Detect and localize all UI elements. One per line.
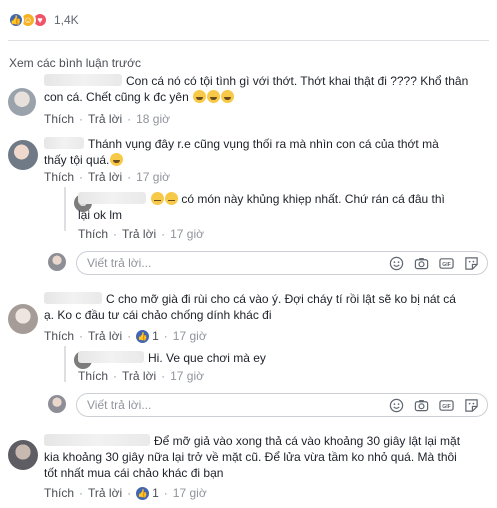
- reply-thread-line: [64, 187, 66, 231]
- comment-actions: Thích · Trả lời · 17 giờ: [44, 170, 170, 184]
- avatar: [48, 395, 66, 413]
- reply-link[interactable]: Trả lời: [122, 227, 156, 241]
- reply-text: Hi. Ve que chơi mà ey: [78, 350, 488, 366]
- like-link[interactable]: Thích: [78, 227, 108, 241]
- reply-actions: Thích · Trả lời · 17 giờ: [78, 369, 204, 383]
- avatar: [48, 253, 66, 271]
- reply-thread-line: [64, 346, 66, 382]
- commenter-name[interactable]: [44, 434, 150, 446]
- grin-emoji-icon: [221, 90, 235, 103]
- avatar[interactable]: [8, 304, 38, 334]
- commenter-name[interactable]: [78, 351, 144, 363]
- neutral-emoji-icon: [151, 192, 164, 205]
- timestamp[interactable]: 18 giờ: [136, 112, 170, 126]
- reply-composer: GIF: [76, 393, 488, 417]
- like-icon: 👍: [136, 329, 150, 343]
- neutral-emoji-icon: [165, 192, 178, 205]
- reply-link[interactable]: Trả lời: [88, 112, 122, 126]
- sticker-icon[interactable]: [464, 256, 479, 271]
- grin-emoji-icon: [110, 153, 124, 166]
- reply-input[interactable]: [87, 398, 389, 412]
- commenter-name[interactable]: [44, 292, 102, 304]
- sticker-icon[interactable]: [464, 398, 479, 413]
- reply-link[interactable]: Trả lời: [122, 369, 156, 383]
- comment-text: Để mỡ giả vào xong thả cá vào khoảng 30 …: [44, 434, 461, 480]
- gif-icon[interactable]: GIF: [439, 256, 454, 271]
- comment-text: Thánh vụng đây r.e cũng vụng thối ra mà …: [44, 137, 439, 167]
- like-icon: 👍: [8, 12, 24, 28]
- svg-text:GIF: GIF: [442, 261, 451, 267]
- like-link[interactable]: Thích: [44, 486, 74, 500]
- emoji-icon[interactable]: [389, 398, 404, 413]
- grin-emoji-icon: [193, 90, 207, 103]
- reactions-bar[interactable]: 👍 ☺ ♥ 1,4K: [8, 8, 79, 32]
- reply-text: có món này khủng khiẹp nhất. Chứ rán cá …: [78, 192, 445, 222]
- comment-text: Con cá nó có tội tình gì với thớt. Thớt …: [44, 74, 469, 104]
- reply-link[interactable]: Trả lời: [88, 170, 122, 184]
- comment-actions: Thích · Trả lời · 18 giờ: [44, 112, 170, 126]
- reply-link[interactable]: Trả lời: [88, 486, 122, 500]
- commenter-name[interactable]: [44, 74, 122, 86]
- like-icon: 👍: [136, 486, 150, 500]
- timestamp[interactable]: 17 giờ: [136, 170, 170, 184]
- grin-emoji-icon: [207, 90, 221, 103]
- timestamp[interactable]: 17 giờ: [173, 329, 207, 343]
- reaction-count[interactable]: 1,4K: [54, 13, 79, 27]
- like-count-badge[interactable]: 👍 1: [136, 329, 159, 343]
- avatar[interactable]: [8, 140, 38, 170]
- like-link[interactable]: Thích: [44, 112, 74, 126]
- divider: [8, 40, 489, 41]
- commenter-name[interactable]: [44, 137, 84, 149]
- camera-icon[interactable]: [414, 256, 429, 271]
- like-count-badge[interactable]: 👍 1: [136, 486, 159, 500]
- reply-link[interactable]: Trả lời: [88, 329, 122, 343]
- emoji-icon[interactable]: [389, 256, 404, 271]
- view-previous-comments-link[interactable]: Xem các bình luận trước: [9, 56, 141, 70]
- timestamp[interactable]: 17 giờ: [170, 369, 204, 383]
- like-link[interactable]: Thích: [44, 170, 74, 184]
- timestamp[interactable]: 17 giờ: [170, 227, 204, 241]
- like-link[interactable]: Thích: [44, 329, 74, 343]
- comment-actions: Thích · Trả lời · 👍 1 · 17 giờ: [44, 486, 207, 500]
- reply-input[interactable]: [87, 256, 389, 270]
- avatar[interactable]: [8, 440, 38, 470]
- avatar[interactable]: [8, 88, 36, 116]
- comment-actions: Thích · Trả lời · 👍 1 · 17 giờ: [44, 329, 207, 343]
- reply-actions: Thích · Trả lời · 17 giờ: [78, 227, 204, 241]
- timestamp[interactable]: 17 giờ: [173, 486, 207, 500]
- camera-icon[interactable]: [414, 398, 429, 413]
- comment-text: C cho mỡ già đi rùi cho cá vào ý. Đợi ch…: [44, 292, 456, 322]
- reply-composer: GIF: [76, 251, 488, 275]
- svg-text:GIF: GIF: [442, 403, 451, 409]
- commenter-name[interactable]: [78, 192, 146, 204]
- gif-icon[interactable]: GIF: [439, 398, 454, 413]
- like-link[interactable]: Thích: [78, 369, 108, 383]
